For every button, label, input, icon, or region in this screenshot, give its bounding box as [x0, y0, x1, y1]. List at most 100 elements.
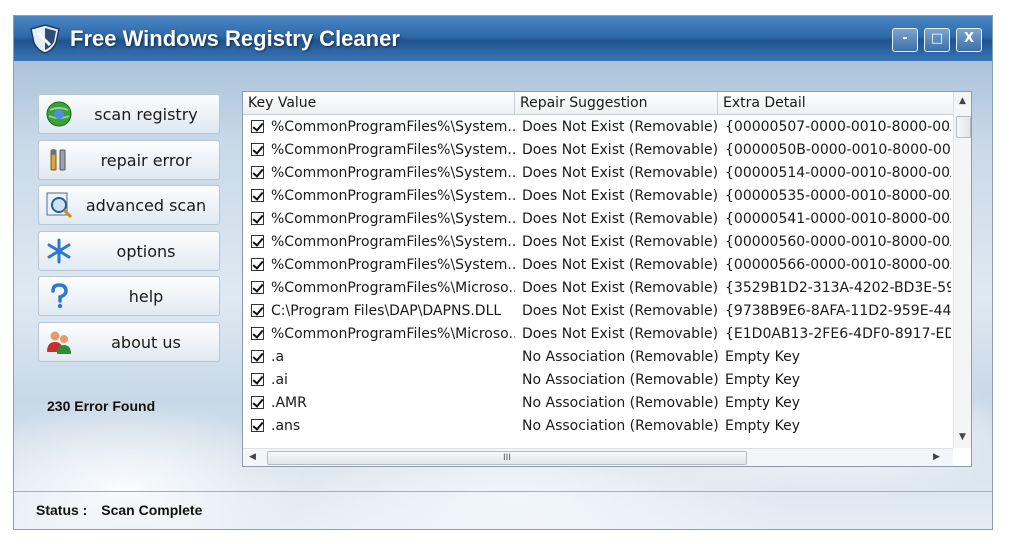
extra-detail-cell: Empty Key [725, 418, 800, 434]
nav-label: options [116, 241, 176, 261]
table-row[interactable]: %CommonProgramFiles%\Microso... Does Not … [243, 277, 953, 300]
table-row[interactable]: %CommonProgramFiles%\System... Does Not E… [243, 254, 953, 277]
row-checkbox[interactable] [251, 166, 264, 179]
title-bar[interactable]: Free Windows Registry Cleaner - □ X [14, 16, 992, 61]
row-checkbox[interactable] [251, 189, 264, 202]
asterisk-icon [47, 238, 71, 263]
repair-error-button[interactable]: repair error [38, 139, 220, 180]
repair-suggestion-cell: Does Not Exist (Removable) [522, 165, 719, 181]
scroll-up-arrow-icon[interactable]: ▲ [959, 96, 966, 106]
row-checkbox[interactable] [251, 120, 264, 133]
results-table: Key Value Repair Suggestion Extra Detail… [242, 91, 972, 467]
row-checkbox[interactable] [251, 327, 264, 340]
row-checkbox[interactable] [251, 350, 264, 363]
status-divider [14, 491, 992, 492]
repair-suggestion-cell: No Association (Removable) [522, 395, 719, 411]
repair-tools-icon [50, 148, 66, 170]
scroll-down-arrow-icon[interactable]: ▼ [959, 432, 966, 442]
key-value-cell: %CommonProgramFiles%\System... [271, 165, 515, 181]
table-row[interactable]: .AMR No Association (Removable) Empty Key [243, 392, 953, 415]
question-icon [51, 283, 68, 309]
table-row[interactable]: %CommonProgramFiles%\System... Does Not E… [243, 162, 953, 185]
extra-detail-cell: {00000507-0000-0010-8000-00A [725, 119, 951, 135]
nav-label: repair error [100, 150, 192, 170]
key-value-cell: %CommonProgramFiles%\System... [271, 142, 515, 158]
row-checkbox[interactable] [251, 304, 264, 317]
repair-suggestion-cell: Does Not Exist (Removable) [522, 142, 719, 158]
vertical-scrollbar[interactable]: ▲ ▼ [953, 92, 971, 448]
key-value-cell: %CommonProgramFiles%\System... [271, 119, 515, 135]
row-checkbox[interactable] [251, 212, 264, 225]
status-label: Status : [36, 502, 88, 518]
table-row[interactable]: %CommonProgramFiles%\Microso... Does Not … [243, 323, 953, 346]
row-checkbox[interactable] [251, 373, 264, 386]
row-checkbox[interactable] [251, 143, 264, 156]
column-header-extra-detail[interactable]: Extra Detail [718, 92, 953, 114]
horizontal-scrollbar[interactable]: ◀ III ▶ [243, 448, 953, 466]
extra-detail-cell: {00000560-0000-0010-8000-00A [725, 234, 951, 250]
nav-label: about us [111, 332, 181, 352]
key-value-cell: C:\Program Files\DAP\DAPNS.DLL [271, 303, 502, 319]
key-value-cell: %CommonProgramFiles%\System... [271, 188, 515, 204]
key-value-cell: .a [271, 349, 285, 365]
people-icon [47, 331, 71, 354]
repair-suggestion-cell: Does Not Exist (Removable) [522, 234, 719, 250]
row-checkbox[interactable] [251, 258, 264, 271]
vertical-scroll-thumb[interactable] [956, 116, 971, 138]
repair-suggestion-cell: No Association (Removable) [522, 418, 719, 434]
extra-detail-cell: {9738B9E6-8AFA-11D2-959E-444 [725, 303, 951, 319]
table-row[interactable]: C:\Program Files\DAP\DAPNS.DLL Does Not E… [243, 300, 953, 323]
shield-logo-icon [30, 24, 60, 54]
status-bar: Status : Scan Complete [36, 502, 202, 518]
repair-suggestion-cell: No Association (Removable) [522, 372, 719, 388]
repair-suggestion-cell: Does Not Exist (Removable) [522, 303, 719, 319]
repair-suggestion-cell: Does Not Exist (Removable) [522, 326, 719, 342]
nav-label: help [128, 287, 164, 306]
options-button[interactable]: options [38, 230, 220, 271]
row-checkbox[interactable] [251, 419, 264, 432]
minimize-button[interactable]: - [892, 28, 918, 52]
app-title: Free Windows Registry Cleaner [70, 26, 400, 51]
table-row[interactable]: .a No Association (Removable) Empty Key [243, 346, 953, 369]
table-row[interactable]: %CommonProgramFiles%\System... Does Not E… [243, 231, 953, 254]
extra-detail-cell: Empty Key [725, 349, 800, 365]
extra-detail-cell: {3529B1D2-313A-4202-BD3E-599 [725, 280, 951, 296]
maximize-button[interactable]: □ [924, 28, 950, 52]
scroll-right-arrow-icon[interactable]: ▶ [933, 452, 940, 462]
table-row[interactable]: %CommonProgramFiles%\System... Does Not E… [243, 139, 953, 162]
row-checkbox[interactable] [251, 396, 264, 409]
close-button[interactable]: X [956, 28, 982, 52]
table-row[interactable]: %CommonProgramFiles%\System... Does Not E… [243, 208, 953, 231]
extra-detail-cell: {0000050B-0000-0010-8000-00A [725, 142, 951, 158]
repair-suggestion-cell: Does Not Exist (Removable) [522, 119, 719, 135]
magnifier-icon [46, 192, 73, 219]
advanced-scan-button[interactable]: advanced scan [38, 185, 220, 225]
scroll-left-arrow-icon[interactable]: ◀ [249, 452, 256, 462]
row-checkbox[interactable] [251, 281, 264, 294]
about-us-button[interactable]: about us [38, 321, 220, 362]
column-header-repair-suggestion[interactable]: Repair Suggestion [515, 92, 718, 114]
table-row[interactable]: .ans No Association (Removable) Empty Key [243, 415, 953, 438]
table-header: Key Value Repair Suggestion Extra Detail [243, 92, 953, 115]
key-value-cell: %CommonProgramFiles%\Microso... [271, 326, 515, 342]
error-count: 230 Error Found [47, 398, 156, 414]
scan-registry-button[interactable]: scan registry [38, 94, 220, 134]
nav-label: advanced scan [85, 196, 207, 215]
key-value-cell: .AMR [271, 395, 307, 411]
key-value-cell: .ans [271, 418, 301, 434]
row-checkbox[interactable] [251, 235, 264, 248]
repair-suggestion-cell: Does Not Exist (Removable) [522, 211, 719, 227]
status-value: Scan Complete [101, 502, 203, 518]
table-row[interactable]: %CommonProgramFiles%\System... Does Not E… [243, 185, 953, 208]
table-row[interactable]: %CommonProgramFiles%\System... Does Not E… [243, 116, 953, 139]
key-value-cell: %CommonProgramFiles%\Microso... [271, 280, 515, 296]
table-body: %CommonProgramFiles%\System... Does Not E… [243, 116, 953, 438]
help-button[interactable]: help [38, 276, 220, 316]
key-value-cell: %CommonProgramFiles%\System... [271, 211, 515, 227]
horizontal-scroll-thumb[interactable]: III [267, 451, 747, 465]
column-header-key-value[interactable]: Key Value [243, 92, 515, 114]
table-row[interactable]: .ai No Association (Removable) Empty Key [243, 369, 953, 392]
repair-suggestion-cell: Does Not Exist (Removable) [522, 188, 719, 204]
sidebar-nav: scan registry repair error advanced scan… [38, 94, 220, 367]
extra-detail-cell: {00000541-0000-0010-8000-00A [725, 211, 951, 227]
